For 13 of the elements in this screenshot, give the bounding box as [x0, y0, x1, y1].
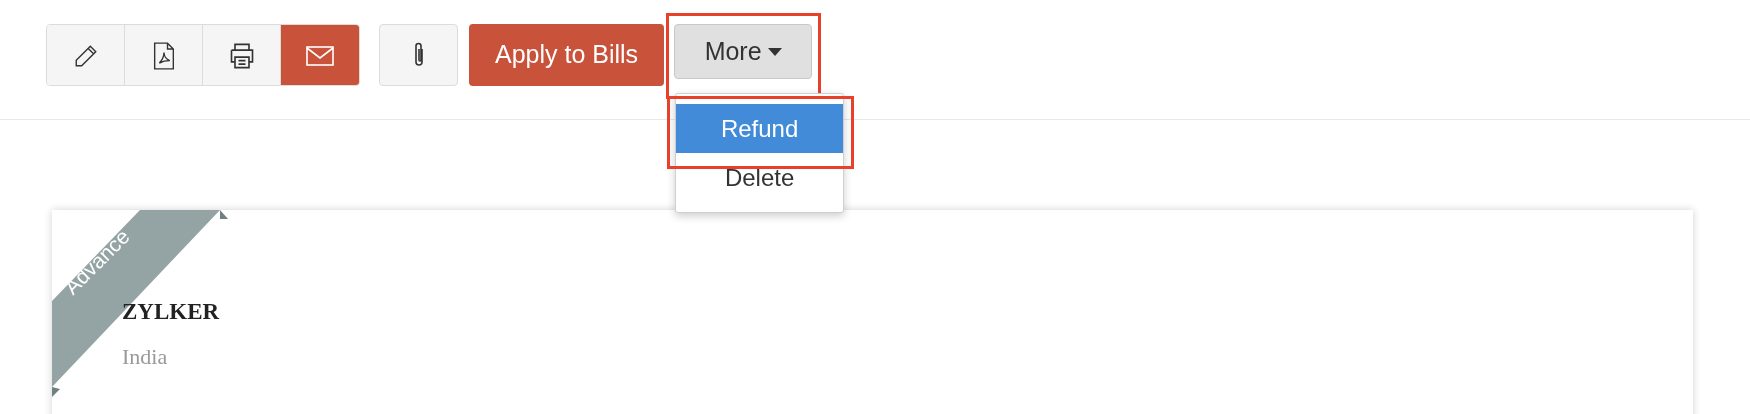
pdf-file-icon: [151, 42, 176, 70]
edit-button[interactable]: [47, 25, 125, 85]
more-button[interactable]: More: [674, 24, 813, 79]
menu-item[interactable]: Delete: [676, 153, 844, 202]
apply-to-bills-button[interactable]: Apply to Bills: [469, 24, 665, 86]
print-button[interactable]: [203, 25, 281, 85]
menu-item[interactable]: Refund: [676, 104, 844, 153]
company-country: India: [122, 342, 169, 371]
company-name: ZYLKER: [122, 298, 220, 326]
attach-button[interactable]: [379, 24, 458, 86]
pdf-button[interactable]: [125, 25, 203, 85]
caret-icon: [767, 47, 782, 56]
envelope-icon: [306, 46, 334, 66]
